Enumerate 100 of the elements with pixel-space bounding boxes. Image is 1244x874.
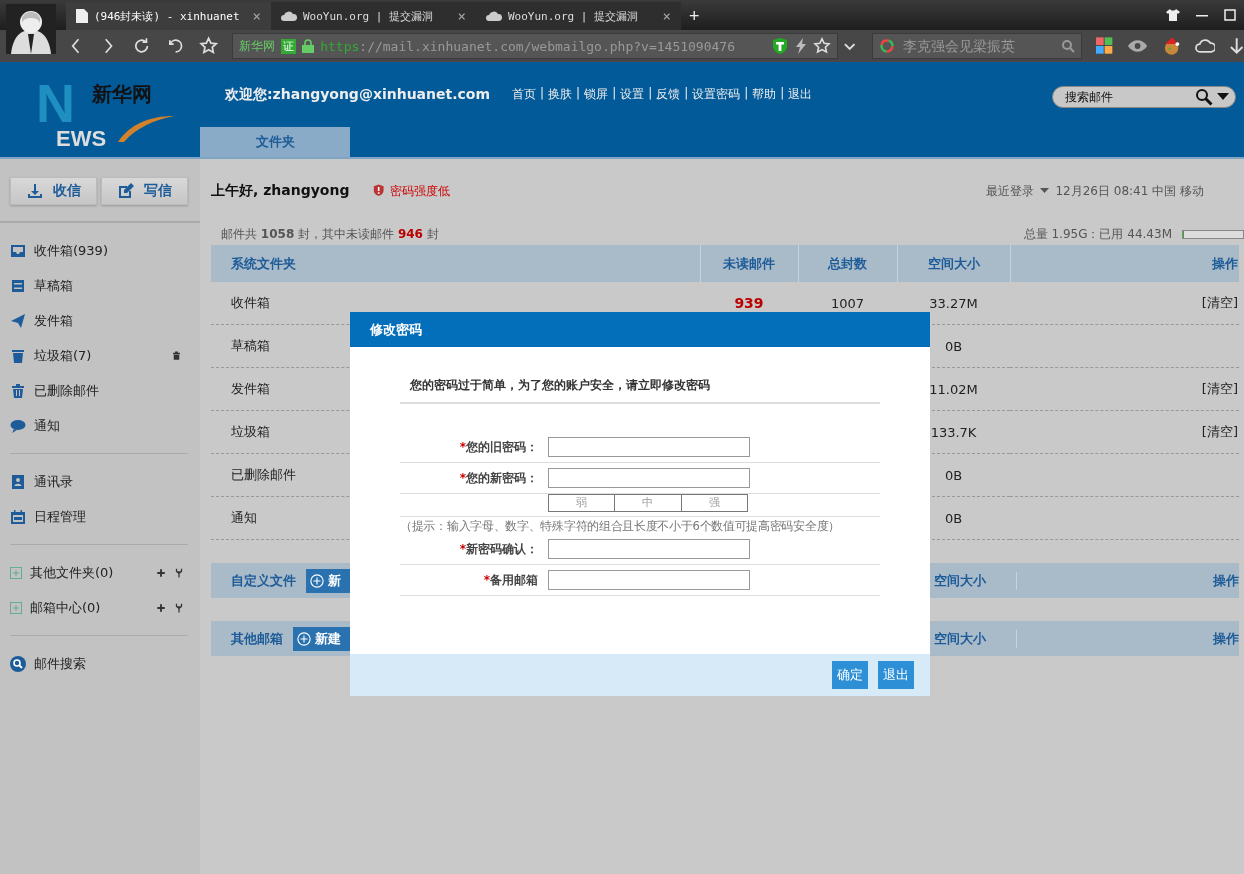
folder-size: 11.02M (929, 381, 978, 397)
last-login-label[interactable]: 最近登录 (986, 182, 1035, 200)
column-header: 未读邮件 (700, 245, 798, 282)
column-header: 操作 (1016, 629, 1239, 648)
lightning-icon[interactable] (795, 38, 808, 54)
separator: | (648, 86, 653, 102)
separator: | (744, 86, 749, 102)
address-bar[interactable]: 新华网 证 https://mail.xinhuanet.com/webmailgo.php?v=1451090476 (232, 33, 839, 59)
search-icon (10, 655, 26, 672)
certificate-badge: 证 (281, 38, 297, 54)
dialog-message: 您的密码过于简单，为了您的账户安全，请立即修改密码 (400, 377, 880, 404)
last-login-text: 12月26日 08:41 中国 移动 (1055, 182, 1204, 200)
password-field[interactable] (548, 570, 750, 590)
field-label: *备用邮箱 (482, 571, 539, 589)
trash-icon (171, 350, 182, 361)
nav-link[interactable]: 帮助 (752, 86, 777, 103)
sidebar-item[interactable]: 发件箱 (34, 311, 188, 330)
draft-icon (10, 277, 26, 294)
folder-size: 0B (944, 467, 963, 483)
unread-count: 939 (734, 295, 764, 311)
logo-text: 新华网 (92, 82, 152, 106)
password-field[interactable] (548, 468, 750, 488)
column-header: 操作 (1016, 571, 1239, 590)
cloud-icon[interactable] (1195, 38, 1215, 54)
exit-button[interactable]: 退出 (878, 661, 914, 689)
plus-icon (156, 567, 166, 578)
shirt-icon[interactable] (1166, 9, 1180, 21)
column-header: 操作 (1010, 245, 1239, 282)
browser-tab[interactable]: (946封未读) - xinhuanet × (66, 2, 271, 30)
mail-stats: 邮件共 1058 封，其中未读邮件 946 封 (221, 225, 439, 243)
close-icon[interactable]: × (662, 8, 671, 24)
edit-icon (117, 183, 134, 199)
star-icon[interactable] (813, 37, 832, 55)
wrench-icon (174, 567, 184, 578)
separator: | (576, 86, 581, 102)
bin-icon (10, 347, 26, 364)
cookie-icon[interactable] (1162, 36, 1182, 56)
nav-link[interactable]: 设置 (620, 86, 645, 103)
receive-button[interactable]: 收信 (10, 177, 97, 205)
cloud-icon (486, 9, 502, 23)
new-tab-button[interactable]: + (681, 2, 708, 30)
strength-level: 中 (614, 495, 681, 511)
nav-link[interactable]: 换肤 (548, 86, 573, 103)
folder-size: 0B (944, 510, 963, 526)
nav-link[interactable]: 退出 (788, 86, 813, 103)
section-title: 自定义文件 (230, 571, 296, 590)
sidebar-item[interactable]: 收件箱(939) (34, 241, 188, 260)
clear-link[interactable]: [清空] (1201, 381, 1238, 396)
sidebar-item[interactable]: 邮箱中心(0) (30, 598, 148, 617)
password-warning[interactable]: 密码强度低 (390, 182, 451, 200)
download-icon[interactable] (1228, 37, 1244, 55)
mail-search-field[interactable]: 搜索邮件 (1063, 89, 1191, 105)
maximize-icon[interactable] (1224, 9, 1236, 21)
apps-icon[interactable] (1095, 37, 1114, 55)
clear-link[interactable]: [清空] (1201, 295, 1238, 310)
sidebar-item[interactable]: 草稿箱 (34, 276, 188, 295)
dropdown-caret-icon[interactable] (1217, 93, 1229, 101)
nav-link[interactable]: 首页 (512, 86, 537, 103)
sidebar-item[interactable]: 已删除邮件 (34, 381, 188, 400)
sidebar-item[interactable]: 垃圾箱(7) (34, 346, 163, 365)
plus-circle-icon (310, 573, 324, 588)
shield-icon[interactable] (771, 37, 790, 55)
sidebar-item[interactable]: 邮件搜索 (34, 654, 188, 673)
strength-level: 强 (680, 495, 747, 511)
section-title: 其他邮箱 (230, 629, 283, 648)
folder-size: 33.27M (929, 295, 978, 311)
caret-icon[interactable] (1040, 188, 1050, 194)
separator: | (780, 86, 785, 102)
search-box[interactable]: 李克强会见梁振英 (871, 33, 1082, 59)
column-header: 总封数 (798, 245, 897, 282)
sidebar-item[interactable]: 通讯录 (34, 472, 188, 491)
browser-tab[interactable]: WooYun.org | 提交漏洞 × (271, 2, 476, 30)
field-label: *您的旧密码： (458, 438, 539, 456)
mail-search-box[interactable]: 搜索邮件 (1052, 86, 1236, 108)
sidebar-item[interactable]: 通知 (34, 416, 188, 435)
browser-tab[interactable]: WooYun.org | 提交漏洞 × (476, 2, 681, 30)
password-field[interactable] (548, 437, 750, 457)
nav-link[interactable]: 反馈 (656, 86, 681, 103)
close-icon[interactable]: × (252, 8, 261, 24)
sidebar-item[interactable]: 其他文件夹(0) (30, 563, 148, 582)
url-text: https://mail.xinhuanet.com/webmailgo.php?v=1451090476 (320, 38, 735, 54)
field-label: *您的新密码： (458, 469, 539, 487)
nav-link[interactable]: 锁屏 (584, 86, 609, 103)
folder-size: 133.7K (930, 424, 977, 440)
clear-link[interactable]: [清空] (1201, 424, 1238, 439)
total-count: 1007 (830, 295, 865, 311)
close-icon[interactable]: × (457, 8, 466, 24)
confirm-button[interactable]: 确定 (832, 661, 868, 689)
search-field[interactable]: 李克强会见梁振英 (900, 37, 1055, 55)
strength-level: 弱 (575, 495, 589, 511)
eye-icon[interactable] (1127, 38, 1149, 54)
nav-link[interactable]: 设置密码 (692, 86, 741, 103)
password-field[interactable] (548, 539, 750, 559)
sidebar-item[interactable]: 日程管理 (34, 507, 188, 526)
plus-circle-icon (297, 631, 311, 646)
compose-button[interactable]: 写信 (101, 177, 188, 205)
separator: | (540, 86, 545, 102)
star-icon[interactable] (198, 36, 219, 56)
welcome-text: 欢迎您:zhangyong@xinhuanet.com (225, 85, 491, 104)
search-icon[interactable] (1195, 88, 1213, 106)
